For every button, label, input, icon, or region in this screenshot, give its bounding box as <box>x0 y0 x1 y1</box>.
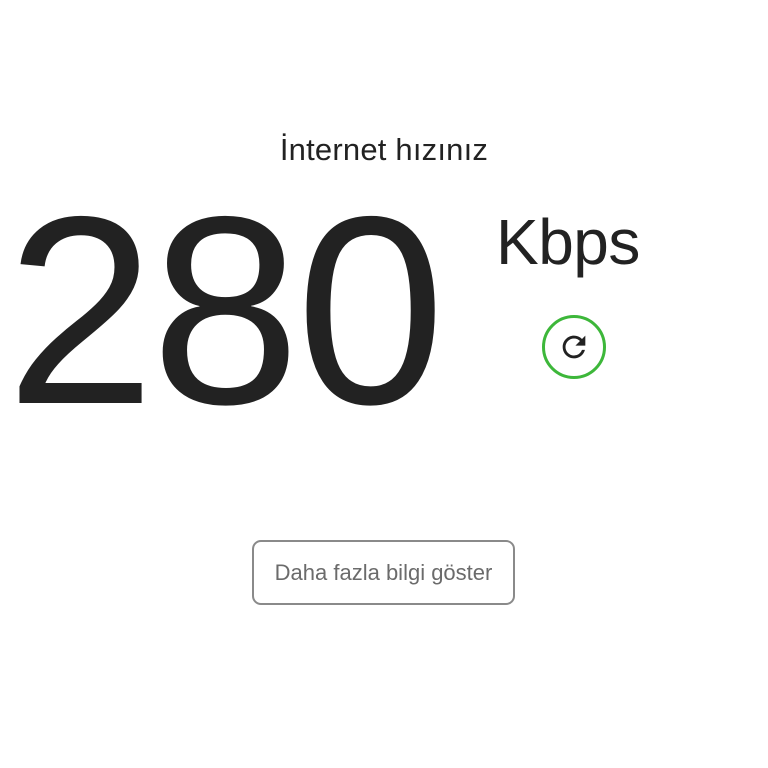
speed-unit: Kbps <box>496 206 640 278</box>
refresh-button[interactable] <box>542 315 606 379</box>
more-info-button[interactable]: Daha fazla bilgi göster <box>252 540 515 605</box>
refresh-icon <box>562 335 586 359</box>
speed-value: 280 <box>6 160 445 460</box>
speed-test-page: İnternet hızınız 280 Kbps Daha fazla bil… <box>0 0 768 768</box>
